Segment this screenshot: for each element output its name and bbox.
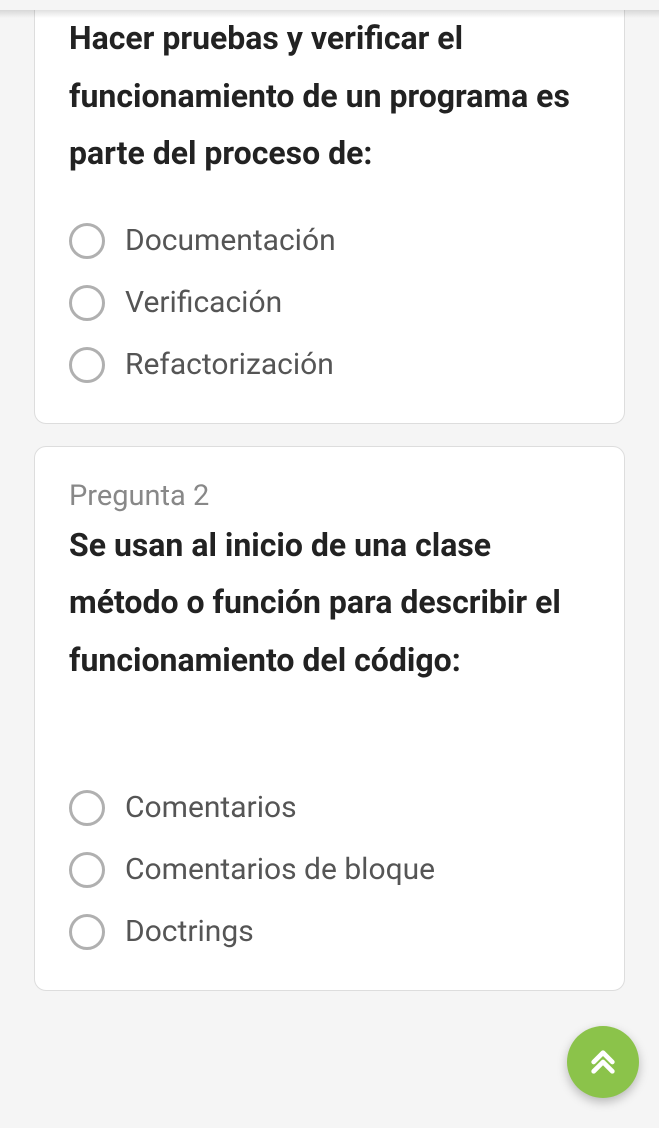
question-text: Hacer pruebas y verificar el funcionamie…	[69, 10, 590, 183]
option-text: Comentarios de bloque	[125, 852, 435, 887]
option-row[interactable]: Comentarios	[69, 790, 590, 826]
radio-icon	[69, 852, 105, 888]
option-text: Comentarios	[125, 790, 297, 825]
option-text: Doctrings	[125, 914, 254, 949]
question-card-2: Pregunta 2 Se usan al inicio de una clas…	[34, 446, 625, 991]
question-card-1: Hacer pruebas y verificar el funcionamie…	[34, 10, 625, 424]
radio-icon	[69, 285, 105, 321]
radio-icon	[69, 790, 105, 826]
option-row[interactable]: Refactorización	[69, 347, 590, 383]
chevron-double-up-icon	[587, 1046, 619, 1078]
option-row[interactable]: Doctrings	[69, 914, 590, 950]
option-text: Refactorización	[125, 347, 334, 382]
option-text: Documentación	[125, 223, 336, 258]
option-row[interactable]: Comentarios de bloque	[69, 852, 590, 888]
scroll-to-top-button[interactable]	[567, 1026, 639, 1098]
option-row[interactable]: Verificación	[69, 285, 590, 321]
radio-icon	[69, 223, 105, 259]
option-row[interactable]: Documentación	[69, 223, 590, 259]
radio-icon	[69, 914, 105, 950]
radio-icon	[69, 347, 105, 383]
question-text: Se usan al inicio de una clase método o …	[69, 517, 590, 690]
option-text: Verificación	[125, 285, 282, 320]
question-label: Pregunta 2	[69, 479, 590, 513]
